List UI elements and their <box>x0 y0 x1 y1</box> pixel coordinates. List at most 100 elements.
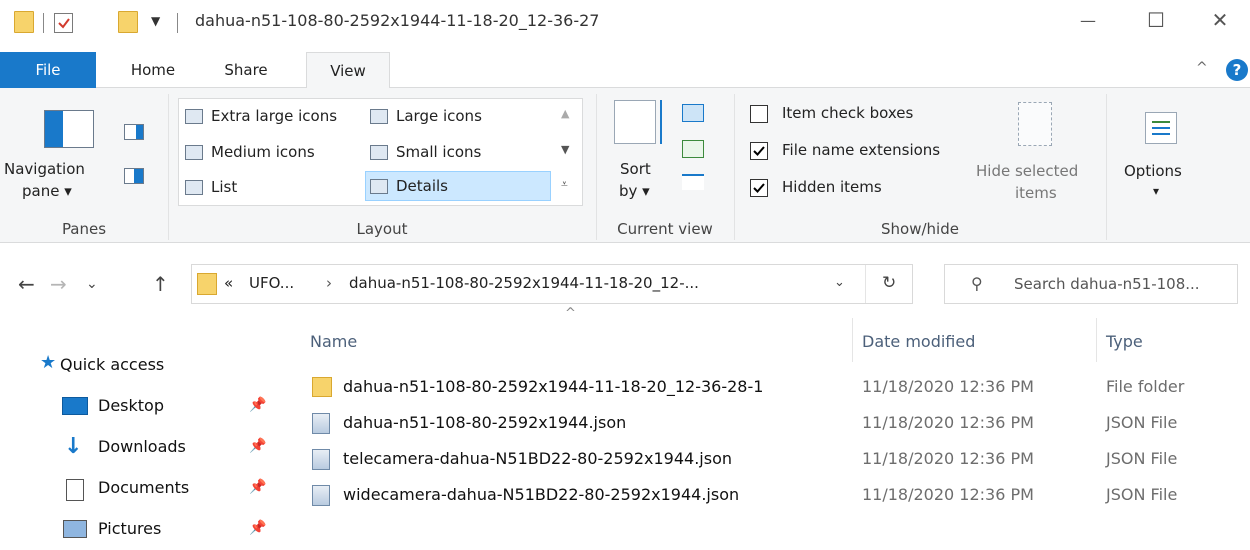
file-row[interactable]: dahua-n51-108-80-2592x1944.json 11/18/20… <box>300 406 1230 442</box>
pictures-icon <box>63 520 87 538</box>
close-button[interactable]: ✕ <box>1192 0 1248 40</box>
options-dropdown-icon[interactable]: ▾ <box>1153 184 1159 198</box>
file-name: dahua-n51-108-80-2592x1944-11-18-20_12-3… <box>343 377 764 396</box>
file-name-extensions-checkbox[interactable] <box>750 142 768 160</box>
breadcrumb-separator[interactable]: › <box>326 274 332 292</box>
breadcrumb-overflow[interactable]: « <box>224 274 233 292</box>
column-header-type[interactable]: Type <box>1106 332 1143 351</box>
divider <box>168 94 169 240</box>
window-title: dahua-n51-108-80-2592x1944-11-18-20_12-3… <box>195 11 600 30</box>
navigation-pane-button[interactable]: Navigation <box>4 160 134 178</box>
size-columns-icon[interactable] <box>682 174 704 190</box>
collapse-ribbon-icon[interactable]: ^ <box>1196 60 1208 76</box>
list-icon <box>185 179 203 195</box>
layout-details[interactable]: Details <box>365 171 551 201</box>
file-row[interactable]: dahua-n51-108-80-2592x1944-11-18-20_12-3… <box>300 370 1230 406</box>
pin-icon[interactable]: 📌 <box>249 479 266 495</box>
preview-pane-icon[interactable] <box>124 124 144 140</box>
nav-quick-access[interactable]: ★ Quick access <box>0 346 280 384</box>
address-dropdown-icon[interactable]: ⌄ <box>834 275 845 290</box>
folder-icon <box>197 273 217 295</box>
group-label-current-view: Current view <box>617 220 713 238</box>
hide-selected-icon[interactable] <box>1018 102 1052 146</box>
pin-icon[interactable]: 📌 <box>249 438 266 454</box>
address-bar[interactable]: « UFO... › dahua-n51-108-80-2592x1944-11… <box>191 264 913 304</box>
options-button[interactable]: Options <box>1124 162 1182 180</box>
nav-desktop[interactable]: Desktop 📌 <box>0 387 280 425</box>
sort-by-button[interactable]: Sort <box>620 160 651 178</box>
large-icons-icon <box>370 108 388 124</box>
column-header-name[interactable]: Name <box>310 332 357 351</box>
hidden-items-checkbox[interactable] <box>750 179 768 197</box>
details-icon <box>370 178 388 194</box>
add-columns-icon[interactable] <box>682 140 704 158</box>
nav-pictures[interactable]: Pictures 📌 <box>0 510 280 548</box>
search-input[interactable]: Search dahua-n51-108... <box>1014 275 1200 293</box>
layout-small-icons[interactable]: Small icons <box>370 137 481 167</box>
desktop-icon <box>62 397 88 415</box>
recent-locations-icon[interactable]: ⌄ <box>86 276 98 292</box>
sort-by-dropdown[interactable]: by ▾ <box>619 182 650 200</box>
folder-icon <box>14 11 34 33</box>
layout-medium-icons[interactable]: Medium icons <box>185 137 315 167</box>
scroll-down-icon[interactable]: ▼ <box>561 143 569 156</box>
item-check-boxes-label: Item check boxes <box>782 104 914 122</box>
file-name-extensions-label: File name extensions <box>782 141 941 159</box>
divider <box>43 13 44 33</box>
refresh-icon[interactable]: ↻ <box>882 273 896 293</box>
pin-icon[interactable]: 📌 <box>249 520 266 536</box>
divider <box>865 265 866 303</box>
medium-icons-icon <box>185 144 203 160</box>
navigation-pane-icon[interactable] <box>44 110 94 148</box>
tab-view[interactable]: View <box>306 52 390 89</box>
scroll-up-icon[interactable]: ▲ <box>561 107 569 120</box>
hide-selected-button[interactable]: Hide selected <box>976 162 1078 180</box>
help-icon[interactable]: ? <box>1226 59 1248 81</box>
file-type: JSON File <box>1106 485 1178 504</box>
forward-button[interactable]: → <box>50 272 67 296</box>
layout-gallery: Extra large icons Large icons Medium ico… <box>178 98 583 206</box>
tab-file[interactable]: File <box>0 52 96 88</box>
column-header-date-modified[interactable]: Date modified <box>862 332 975 351</box>
maximize-button[interactable]: ☐ <box>1128 0 1184 40</box>
star-icon: ★ <box>40 352 57 373</box>
layout-extra-large-icons[interactable]: Extra large icons <box>185 101 337 131</box>
divider <box>734 94 735 240</box>
tab-home[interactable]: Home <box>114 52 192 88</box>
pin-icon[interactable]: 📌 <box>249 397 266 413</box>
breadcrumb-current[interactable]: dahua-n51-108-80-2592x1944-11-18-20_12-.… <box>349 274 699 292</box>
breadcrumb-ufo[interactable]: UFO... <box>249 274 294 292</box>
column-divider[interactable] <box>852 318 853 362</box>
file-type: File folder <box>1106 377 1185 396</box>
navigation-pane-dropdown[interactable]: pane ▾ <box>22 182 72 200</box>
file-name: dahua-n51-108-80-2592x1944.json <box>343 413 627 432</box>
file-name: telecamera-dahua-N51BD22-80-2592x1944.js… <box>343 449 733 468</box>
sort-by-icon[interactable] <box>614 100 656 144</box>
layout-large-icons[interactable]: Large icons <box>370 101 482 131</box>
nav-documents[interactable]: Documents 📌 <box>0 469 280 507</box>
item-check-boxes-checkbox[interactable] <box>750 105 768 123</box>
sort-ascending-icon: ^ <box>565 306 576 321</box>
file-row[interactable]: telecamera-dahua-N51BD22-80-2592x1944.js… <box>300 442 1230 478</box>
group-by-icon[interactable] <box>682 104 704 122</box>
new-folder-icon[interactable] <box>118 11 138 33</box>
options-icon[interactable] <box>1145 112 1177 144</box>
properties-icon[interactable] <box>54 13 73 33</box>
column-divider[interactable] <box>1096 318 1097 362</box>
divider <box>596 94 597 240</box>
title-bar: ▼ dahua-n51-108-80-2592x1944-11-18-20_12… <box>0 0 1250 46</box>
nav-downloads[interactable]: ↓ Downloads 📌 <box>0 428 280 466</box>
layout-list[interactable]: List <box>185 172 237 202</box>
file-date: 11/18/2020 12:36 PM <box>862 449 1034 468</box>
details-pane-icon[interactable] <box>124 168 144 184</box>
downloads-icon: ↓ <box>64 434 83 459</box>
minimize-button[interactable]: — <box>1060 0 1116 40</box>
up-button[interactable]: ↑ <box>152 272 169 296</box>
search-box[interactable]: ⚲ Search dahua-n51-108... <box>944 264 1238 304</box>
customize-quick-access-icon[interactable]: ▼ <box>151 14 160 28</box>
file-row[interactable]: widecamera-dahua-N51BD22-80-2592x1944.js… <box>300 478 1230 514</box>
search-icon: ⚲ <box>971 274 983 293</box>
expand-gallery-icon[interactable]: ⩡ <box>561 177 568 192</box>
tab-share[interactable]: Share <box>210 52 282 88</box>
back-button[interactable]: ← <box>18 272 35 296</box>
